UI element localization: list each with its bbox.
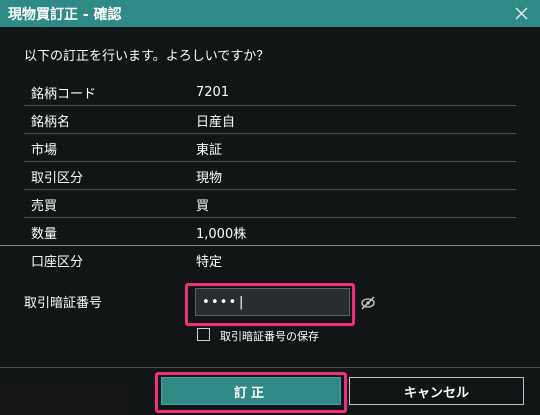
detail-value: 買 bbox=[196, 198, 210, 214]
detail-value: 日産自 bbox=[196, 114, 236, 130]
cancel-button[interactable]: キャンセル bbox=[349, 377, 524, 405]
detail-row-code: 銘柄コード 7201 bbox=[0, 78, 540, 106]
dialog-title: 現物買訂正 - 確認 bbox=[8, 6, 122, 23]
detail-label: 口座区分 bbox=[31, 254, 84, 270]
detail-label: 数量 bbox=[31, 226, 58, 242]
detail-row-quantity: 数量 1,000株 bbox=[0, 218, 540, 246]
detail-value: 現物 bbox=[196, 170, 223, 186]
save-pin-label: 取引暗証番号の保存 bbox=[220, 330, 319, 343]
detail-value: 7201 bbox=[196, 84, 230, 100]
confirm-question: 以下の訂正を行います。よろしいですか？ bbox=[24, 49, 270, 64]
detail-label: 銘柄名 bbox=[31, 114, 71, 130]
detail-row-account: 口座区分 特定 bbox=[0, 246, 540, 274]
save-pin-checkbox[interactable] bbox=[197, 328, 210, 341]
detail-value: 1,000株 bbox=[196, 226, 247, 242]
pin-input[interactable] bbox=[195, 288, 350, 316]
dialog-title-bar: 現物買訂正 - 確認 bbox=[0, 0, 540, 27]
detail-label: 市場 bbox=[31, 142, 58, 158]
detail-row-buy-sell: 売買 買 bbox=[0, 190, 540, 218]
eye-slash-icon[interactable] bbox=[360, 295, 376, 310]
detail-label: 銘柄コード bbox=[31, 86, 97, 102]
detail-row-name: 銘柄名 日産自 bbox=[0, 106, 540, 134]
confirm-button[interactable]: 訂正 bbox=[161, 377, 341, 405]
footer-divider bbox=[0, 367, 540, 368]
pin-label: 取引暗証番号 bbox=[24, 296, 103, 311]
detail-row-market: 市場 東証 bbox=[0, 134, 540, 162]
order-details-table: 銘柄コード 7201 銘柄名 日産自 市場 東証 取引区分 現物 売買 買 数量… bbox=[0, 78, 540, 274]
detail-row-trade-type: 取引区分 現物 bbox=[0, 162, 540, 190]
close-icon[interactable] bbox=[513, 5, 530, 22]
detail-value: 東証 bbox=[196, 142, 223, 158]
detail-label: 取引区分 bbox=[31, 170, 84, 186]
confirm-dialog: 現物買訂正 - 確認 以下の訂正を行います。よろしいですか？ 銘柄コード 720… bbox=[0, 0, 540, 415]
detail-value: 特定 bbox=[196, 254, 223, 270]
detail-label: 売買 bbox=[31, 198, 58, 214]
